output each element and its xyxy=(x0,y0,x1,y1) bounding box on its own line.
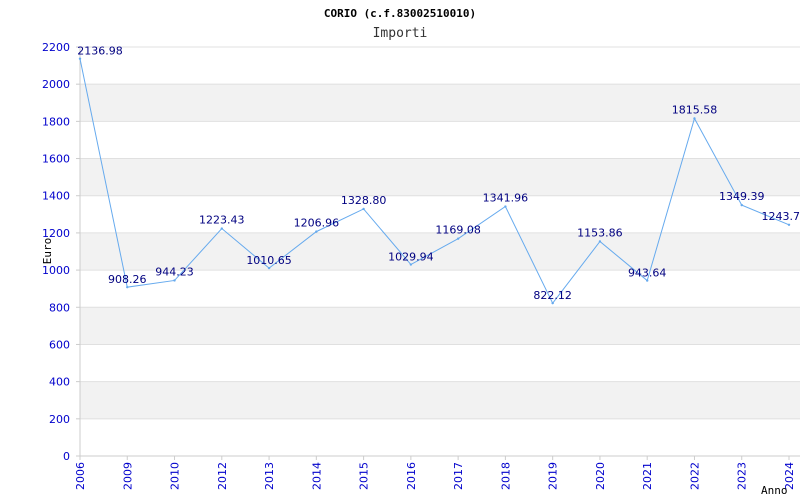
x-tick-label: 2013 xyxy=(263,462,276,490)
x-tick-label: 2017 xyxy=(452,462,465,490)
data-point xyxy=(740,203,743,207)
data-point xyxy=(787,223,791,226)
grid-band xyxy=(80,418,800,456)
data-label: 1206.96 xyxy=(294,217,340,230)
data-label: 1328.80 xyxy=(341,194,387,207)
data-label: 1223.43 xyxy=(199,214,245,227)
data-point xyxy=(362,207,365,211)
grid-band xyxy=(80,307,800,345)
data-label: 1243.7 xyxy=(762,210,800,223)
data-point xyxy=(598,240,602,243)
data-label: 1815.58 xyxy=(672,103,718,116)
data-label: 1010.65 xyxy=(246,254,292,267)
x-tick-label: 2022 xyxy=(688,462,701,490)
grid-band xyxy=(80,344,800,382)
data-point xyxy=(646,279,649,282)
x-tick-label: 2010 xyxy=(169,462,182,490)
data-label: 908.26 xyxy=(108,273,147,286)
x-tick-label: 2018 xyxy=(499,462,512,490)
x-tick-label: 2016 xyxy=(405,462,418,490)
x-tick-label: 2009 xyxy=(121,462,134,490)
y-tick-label: 2200 xyxy=(42,41,70,54)
chart-subtitle: Importi xyxy=(373,26,428,41)
y-tick-label: 1600 xyxy=(42,153,70,166)
data-point xyxy=(315,230,318,233)
line-chart: 0200400600800100012001400160018002000220… xyxy=(41,7,800,497)
x-tick-label: 2012 xyxy=(216,462,229,490)
data-label: 944.23 xyxy=(155,265,194,278)
data-label: 2136.98 xyxy=(77,45,123,58)
chart-title: CORIO (c.f.83002510010) xyxy=(324,7,476,20)
data-point xyxy=(693,117,696,120)
x-axis-title: Anno xyxy=(761,484,788,497)
y-tick-label: 1400 xyxy=(42,190,70,203)
x-tick-label: 2023 xyxy=(736,462,749,490)
data-label: 822.12 xyxy=(533,289,572,302)
x-tick-label: 2019 xyxy=(547,462,560,490)
data-label: 943.64 xyxy=(628,267,667,280)
data-point xyxy=(173,279,176,282)
x-tick-label: 2021 xyxy=(641,462,654,490)
y-tick-label: 400 xyxy=(49,376,70,389)
data-label: 1153.86 xyxy=(577,226,623,239)
data-point xyxy=(220,227,223,230)
grid-band xyxy=(80,47,800,85)
x-tick-label: 2014 xyxy=(310,462,323,490)
y-tick-label: 800 xyxy=(49,301,70,314)
grid-band xyxy=(80,158,800,196)
data-point xyxy=(126,285,129,289)
y-tick-label: 0 xyxy=(63,450,70,463)
y-tick-label: 1800 xyxy=(42,115,70,128)
data-point xyxy=(551,301,554,305)
y-tick-label: 2000 xyxy=(42,78,70,91)
y-tick-label: 200 xyxy=(49,413,70,426)
data-point xyxy=(504,205,507,208)
data-label: 1169.08 xyxy=(435,224,481,237)
data-point xyxy=(78,57,82,60)
x-tick-labels: 2006 2009 2010 2012 2013 2014 2015 2016 2017 2018… xyxy=(74,456,796,490)
y-axis-title: Euro xyxy=(41,238,54,265)
y-tick-label: 600 xyxy=(49,338,70,351)
data-point xyxy=(456,237,460,240)
x-tick-label: 2020 xyxy=(594,462,607,490)
y-tick-label: 1000 xyxy=(42,264,70,277)
data-label: 1349.39 xyxy=(719,190,765,203)
data-point xyxy=(409,263,413,266)
x-tick-label: 2015 xyxy=(358,462,371,490)
data-label: 1341.96 xyxy=(483,192,529,205)
grid-band xyxy=(80,381,800,419)
x-tick-label: 2006 xyxy=(74,462,87,490)
data-point xyxy=(267,266,271,270)
data-label: 1029.94 xyxy=(388,251,434,264)
